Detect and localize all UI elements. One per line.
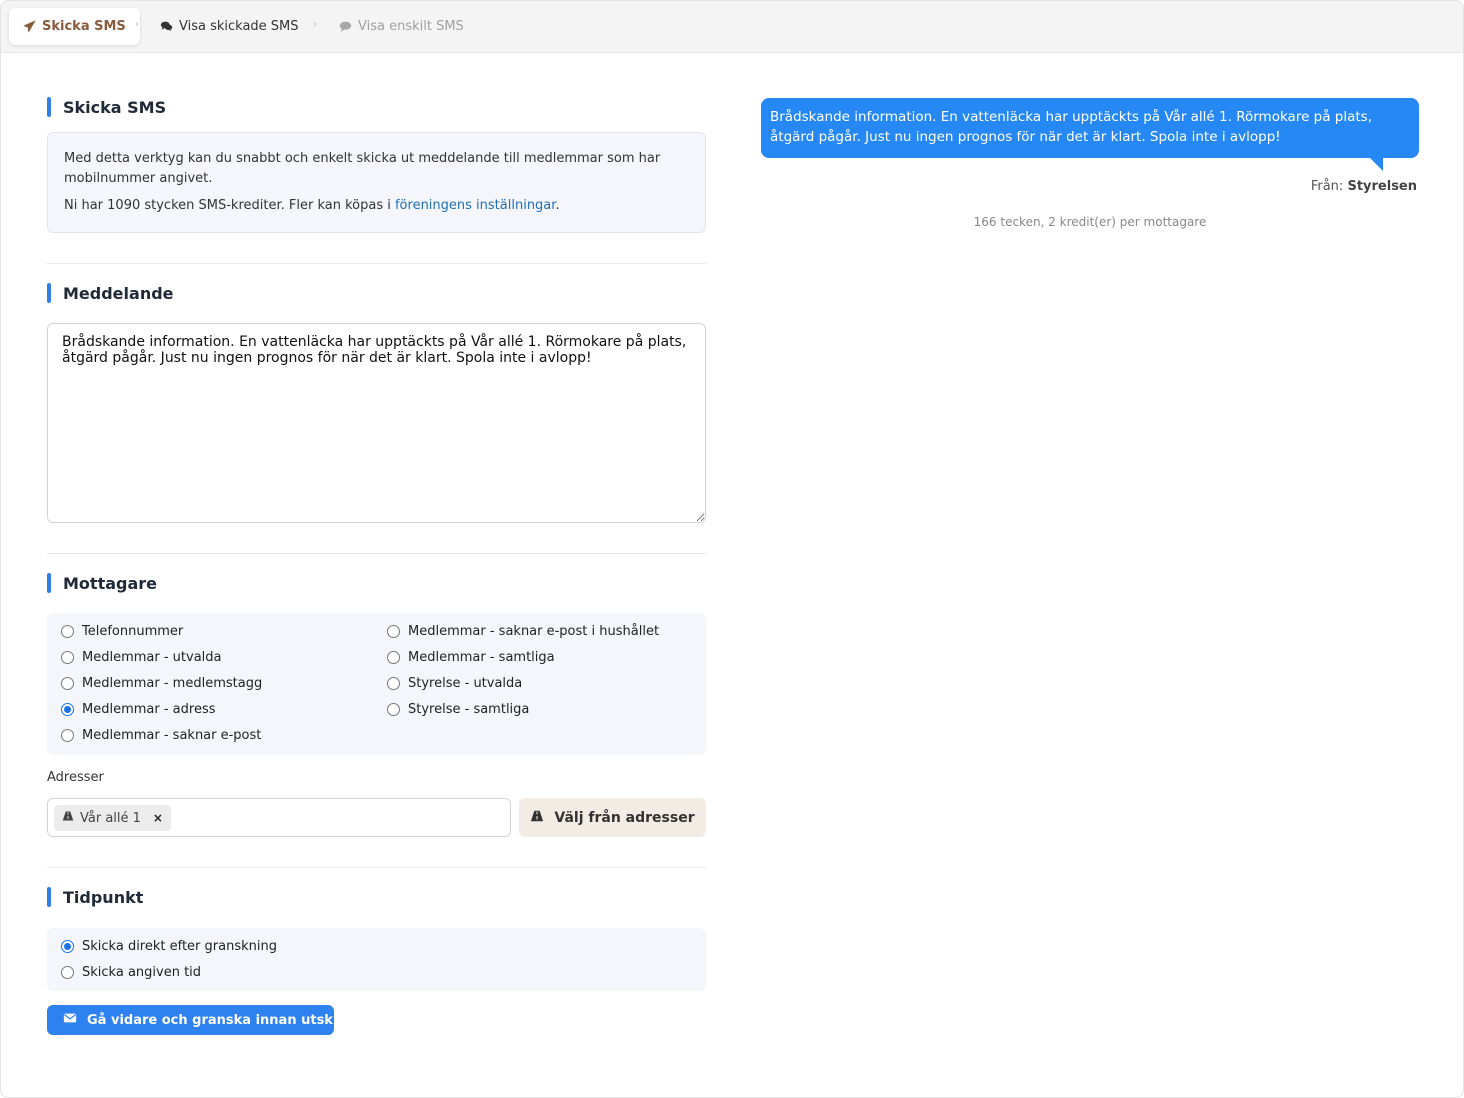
radio-board-selected[interactable]: Styrelse - utvalda: [387, 673, 522, 693]
info-box: Med detta verktyg kan du snabbt och enke…: [47, 132, 706, 233]
credits-prefix: Ni har 1090 stycken SMS-krediter. Fler k…: [64, 198, 395, 213]
radio-button[interactable]: [387, 650, 400, 664]
radio-members-selected[interactable]: Medlemmar - utvalda: [61, 647, 222, 667]
tab-send-sms[interactable]: Skicka SMS: [9, 8, 140, 45]
message-textarea[interactable]: Brådskande information. En vattenläcka h…: [47, 323, 706, 523]
sms-page: Skicka SMS › Visa skickade SMS › Visa en…: [0, 0, 1464, 1098]
section-title-message: Meddelande: [47, 283, 174, 303]
from-label: Från:: [1310, 179, 1344, 194]
radio-label: Medlemmar - samtliga: [408, 649, 555, 665]
radio-send-after-review[interactable]: Skicka direkt efter granskning: [61, 936, 277, 956]
credits-text: Ni har 1090 stycken SMS-krediter. Fler k…: [64, 196, 689, 216]
road-icon: [530, 809, 544, 827]
credits-suffix: .: [555, 198, 560, 213]
radio-button[interactable]: [387, 624, 400, 638]
address-tag: Vår allé 1 ×: [54, 805, 171, 831]
radio-label: Telefonnummer: [82, 623, 184, 639]
radio-label: Styrelse - utvalda: [408, 675, 523, 691]
radio-members-no-email-household[interactable]: Medlemmar - saknar e-post i hushållet: [387, 621, 659, 641]
tab-label: Visa skickade SMS: [179, 19, 299, 34]
paper-plane-icon: [23, 20, 36, 33]
choose-addresses-button[interactable]: Välj från adresser: [519, 798, 706, 837]
radio-label: Medlemmar - medlemstagg: [82, 675, 263, 691]
radio-send-scheduled[interactable]: Skicka angiven tid: [61, 962, 201, 982]
radio-label: Skicka direkt efter granskning: [82, 938, 277, 954]
divider: [47, 263, 706, 264]
button-label: Välj från adresser: [554, 809, 695, 826]
sender-line: Från: Styrelsen: [1311, 179, 1417, 194]
radio-label: Medlemmar - saknar e-post i hushållet: [408, 623, 660, 639]
tab-label: Visa enskilt SMS: [358, 19, 464, 34]
radio-button[interactable]: [61, 624, 74, 638]
divider: [47, 867, 706, 868]
radio-button[interactable]: [61, 702, 74, 716]
radio-button[interactable]: [61, 965, 74, 979]
radio-board-all[interactable]: Styrelse - samtliga: [387, 699, 529, 719]
character-counter: 166 tecken, 2 kredit(er) per mottagare: [973, 215, 1207, 229]
envelope-icon: [63, 1011, 77, 1029]
tab-sent-sms[interactable]: Visa skickade SMS: [146, 8, 313, 45]
tab-label: Skicka SMS: [42, 19, 126, 34]
radio-members-all[interactable]: Medlemmar - samtliga: [387, 647, 555, 667]
tab-single-sms[interactable]: Visa enskilt SMS: [325, 8, 478, 45]
breadcrumb: Skicka SMS › Visa skickade SMS › Visa en…: [1, 1, 1463, 53]
settings-link[interactable]: föreningens inställningar: [395, 198, 555, 213]
radio-button[interactable]: [61, 939, 74, 953]
sender-name: Styrelsen: [1347, 179, 1417, 194]
radio-button[interactable]: [61, 650, 74, 664]
recipient-options: Telefonnummer Medlemmar - utvalda Medlem…: [47, 613, 706, 755]
breadcrumb-separator: ›: [135, 19, 139, 30]
breadcrumb-separator: ›: [313, 19, 317, 30]
radio-label: Medlemmar - adress: [82, 701, 216, 717]
section-title-send-sms: Skicka SMS: [47, 97, 166, 117]
address-tag-label: Vår allé 1: [80, 810, 141, 826]
radio-phone-number[interactable]: Telefonnummer: [61, 621, 183, 641]
timing-options: Skicka direkt efter granskning Skicka an…: [47, 928, 706, 991]
info-text: Med detta verktyg kan du snabbt och enke…: [64, 151, 661, 186]
radio-label: Skicka angiven tid: [82, 964, 202, 980]
radio-members-no-email[interactable]: Medlemmar - saknar e-post: [61, 725, 261, 745]
remove-tag-icon[interactable]: ×: [153, 811, 163, 825]
comments-icon: [160, 20, 173, 33]
radio-button[interactable]: [387, 702, 400, 716]
button-label: Gå vidare och granska innan utskick: [87, 1012, 354, 1028]
section-title-recipients: Mottagare: [47, 573, 157, 593]
divider: [47, 553, 706, 554]
radio-label: Medlemmar - utvalda: [82, 649, 222, 665]
radio-button[interactable]: [61, 728, 74, 742]
radio-label: Medlemmar - saknar e-post: [82, 727, 262, 743]
section-title-timing: Tidpunkt: [47, 887, 143, 907]
radio-button[interactable]: [387, 676, 400, 690]
address-tag-input[interactable]: Vår allé 1 ×: [47, 798, 511, 837]
review-submit-button[interactable]: Gå vidare och granska innan utskick: [47, 1005, 354, 1035]
comment-icon: [339, 20, 352, 33]
bubble-tail: [1369, 157, 1383, 171]
radio-members-address[interactable]: Medlemmar - adress: [61, 699, 216, 719]
radio-members-tag[interactable]: Medlemmar - medlemstagg: [61, 673, 262, 693]
addresses-label: Adresser: [47, 770, 104, 785]
radio-button[interactable]: [61, 676, 74, 690]
road-icon: [62, 810, 74, 826]
radio-label: Styrelse - samtliga: [408, 701, 530, 717]
sms-preview-bubble: Brådskande information. En vattenläcka h…: [761, 98, 1419, 158]
